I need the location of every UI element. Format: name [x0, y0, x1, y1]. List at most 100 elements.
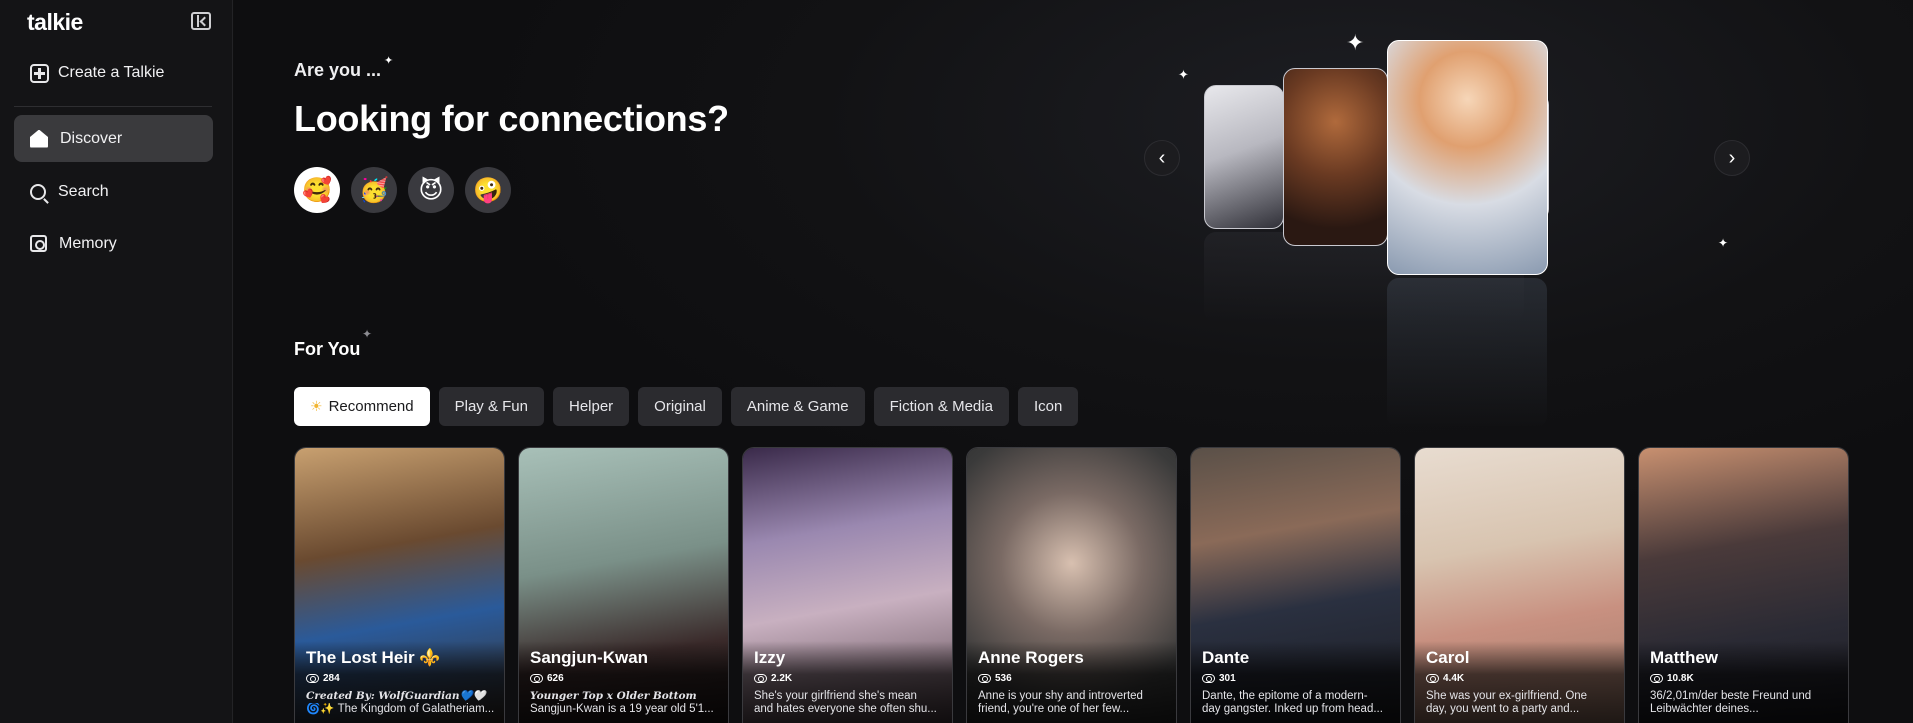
chevron-left-icon: ‹: [1158, 146, 1166, 169]
character-card[interactable]: Dante 301 Dante, the epitome of a modern…: [1190, 447, 1401, 723]
views-icon: [1426, 674, 1439, 683]
tab-helper[interactable]: Helper: [552, 387, 630, 426]
tab-label: Original: [654, 398, 706, 415]
carousel-next-button[interactable]: ›: [1714, 140, 1750, 176]
description-line: Dante, the epitome of a modern-: [1202, 690, 1368, 702]
description-line: Leibwächter deines...: [1650, 703, 1759, 715]
character-card[interactable]: Anne Rogers 536 Anne is your shy and int…: [966, 447, 1177, 723]
tab-play-fun[interactable]: Play & Fun: [438, 387, 544, 426]
carousel-card-featured[interactable]: [1387, 40, 1548, 275]
description-line: day gangster. Inked up from head...: [1202, 703, 1383, 715]
view-count-value: 301: [1219, 673, 1236, 684]
tab-label: Recommend: [328, 398, 414, 415]
view-count-value: 626: [547, 673, 564, 684]
sidebar-divider: [14, 106, 212, 107]
plus-icon: [30, 63, 49, 83]
create-talkie-button[interactable]: Create a Talkie: [30, 60, 164, 86]
character-name: Anne Rogers: [978, 648, 1084, 667]
character-name: Matthew: [1650, 648, 1718, 667]
character-description: Anne is your shy and introverted friend,…: [978, 690, 1170, 716]
carousel-prev-button[interactable]: ‹: [1144, 140, 1180, 176]
search-icon: [30, 183, 46, 200]
description-line: 🌀✨ The Kingdom of Galatheriam...: [306, 703, 495, 715]
character-name: Carol: [1426, 648, 1470, 667]
views-icon: [754, 674, 767, 683]
sidebar-item-label: Memory: [59, 234, 117, 252]
sparkle-icon: ✦: [1346, 30, 1365, 55]
for-you-heading: For You: [294, 339, 361, 359]
view-count: 301: [1202, 673, 1236, 684]
description-line: Sangjun-Kwan is a 19 year old 5'1...: [530, 703, 714, 715]
collapse-sidebar-icon[interactable]: [191, 12, 211, 30]
character-description: She's your girlfriend she's mean and hat…: [754, 690, 946, 716]
carousel-card[interactable]: [1204, 85, 1284, 229]
view-count-value: 284: [323, 673, 340, 684]
description-line: and hates everyone she often shu...: [754, 703, 937, 715]
character-description: She was your ex-girlfriend. One day, you…: [1426, 690, 1618, 716]
description-line: She was your ex-girlfriend. One: [1426, 690, 1588, 702]
sparkle-icon: ✦: [384, 55, 394, 67]
character-name: Izzy: [754, 648, 786, 667]
sidebar-item-search[interactable]: Search: [14, 168, 213, 215]
talkie-logo[interactable]: talkie: [27, 9, 83, 36]
description-line: 36/2,01m/der beste Freund und: [1650, 690, 1812, 702]
sidebar-item-memory[interactable]: Memory: [14, 220, 213, 267]
character-card[interactable]: Matthew 10.8K 36/2,01m/der beste Freund …: [1638, 447, 1849, 723]
description-line: day, you went to a party and...: [1426, 703, 1580, 715]
character-card-list: The Lost Heir ⚜️ 284 Created By: WolfGua…: [294, 447, 1849, 723]
views-icon: [306, 674, 319, 683]
description-line: Younger Top x Older Bottom: [530, 690, 697, 702]
tab-original[interactable]: Original: [638, 387, 722, 426]
create-talkie-label: Create a Talkie: [58, 64, 165, 81]
character-description: Created By: WolfGuardian💙🤍 🌀✨ The Kingdo…: [306, 690, 498, 716]
view-count-value: 10.8K: [1667, 673, 1694, 684]
tab-fiction-media[interactable]: Fiction & Media: [873, 387, 1009, 426]
description-line: She's your girlfriend she's mean: [754, 690, 917, 702]
zany-face-emoji[interactable]: 🤪: [465, 167, 511, 213]
sparkle-icon: ✦: [1718, 236, 1729, 250]
character-card[interactable]: The Lost Heir ⚜️ 284 Created By: WolfGua…: [294, 447, 505, 723]
views-icon: [530, 674, 543, 683]
tab-label: Icon: [1033, 398, 1063, 415]
sparkle-icon: ✦: [362, 327, 373, 341]
character-description: Younger Top x Older Bottom Sangjun-Kwan …: [530, 690, 722, 716]
tab-label: Play & Fun: [454, 398, 528, 415]
view-count-value: 4.4K: [1443, 673, 1465, 684]
party-face-emoji[interactable]: 🥳: [351, 167, 397, 213]
tab-label: Fiction & Media: [889, 398, 993, 415]
mood-emoji-row: 🥰 🥳 😈 🤪: [294, 167, 511, 213]
carousel-card[interactable]: [1283, 68, 1388, 246]
smiling-hearts-emoji[interactable]: 🥰: [294, 167, 340, 213]
memory-icon: [30, 235, 47, 252]
view-count: 536: [978, 673, 1012, 684]
view-count: 626: [530, 673, 564, 684]
views-icon: [1202, 674, 1215, 683]
character-description: Dante, the epitome of a modern- day gang…: [1202, 690, 1394, 716]
tab-icon[interactable]: Icon: [1017, 387, 1079, 426]
view-count-value: 2.2K: [771, 673, 793, 684]
character-name: Sangjun-Kwan: [530, 648, 649, 667]
views-icon: [1650, 674, 1663, 683]
view-count: 284: [306, 673, 340, 684]
character-card[interactable]: Izzy 2.2K She's your girlfriend she's me…: [742, 447, 953, 723]
view-count: 10.8K: [1650, 673, 1694, 684]
sidebar-item-label: Search: [58, 182, 109, 200]
tab-recommend[interactable]: ☀ Recommend: [294, 387, 430, 426]
category-tabs: ☀ Recommend Play & Fun Helper Original A…: [294, 387, 1079, 426]
main-content: Are you ... ✦ Looking for connections? 🥰…: [234, 0, 1913, 723]
chevron-right-icon: ›: [1728, 146, 1736, 169]
hero-eyebrow: Are you ...: [294, 60, 382, 80]
smiling-devil-emoji[interactable]: 😈: [408, 167, 454, 213]
home-icon: [30, 129, 48, 148]
sidebar-item-discover[interactable]: Discover: [14, 115, 213, 162]
tab-label: Helper: [568, 398, 614, 415]
sun-icon: ☀: [310, 398, 323, 414]
sparkle-icon: ✦: [1178, 67, 1189, 82]
sidebar: talkie Create a Talkie Discover Search M…: [0, 0, 233, 723]
tab-anime-game[interactable]: Anime & Game: [730, 387, 865, 426]
description-line: Anne is your shy and introverted: [978, 690, 1143, 702]
hero-title: Looking for connections?: [294, 98, 729, 139]
character-card[interactable]: Carol 4.4K She was your ex-girlfriend. O…: [1414, 447, 1625, 723]
character-card[interactable]: Sangjun-Kwan 626 Younger Top x Older Bot…: [518, 447, 729, 723]
view-count-value: 536: [995, 673, 1012, 684]
